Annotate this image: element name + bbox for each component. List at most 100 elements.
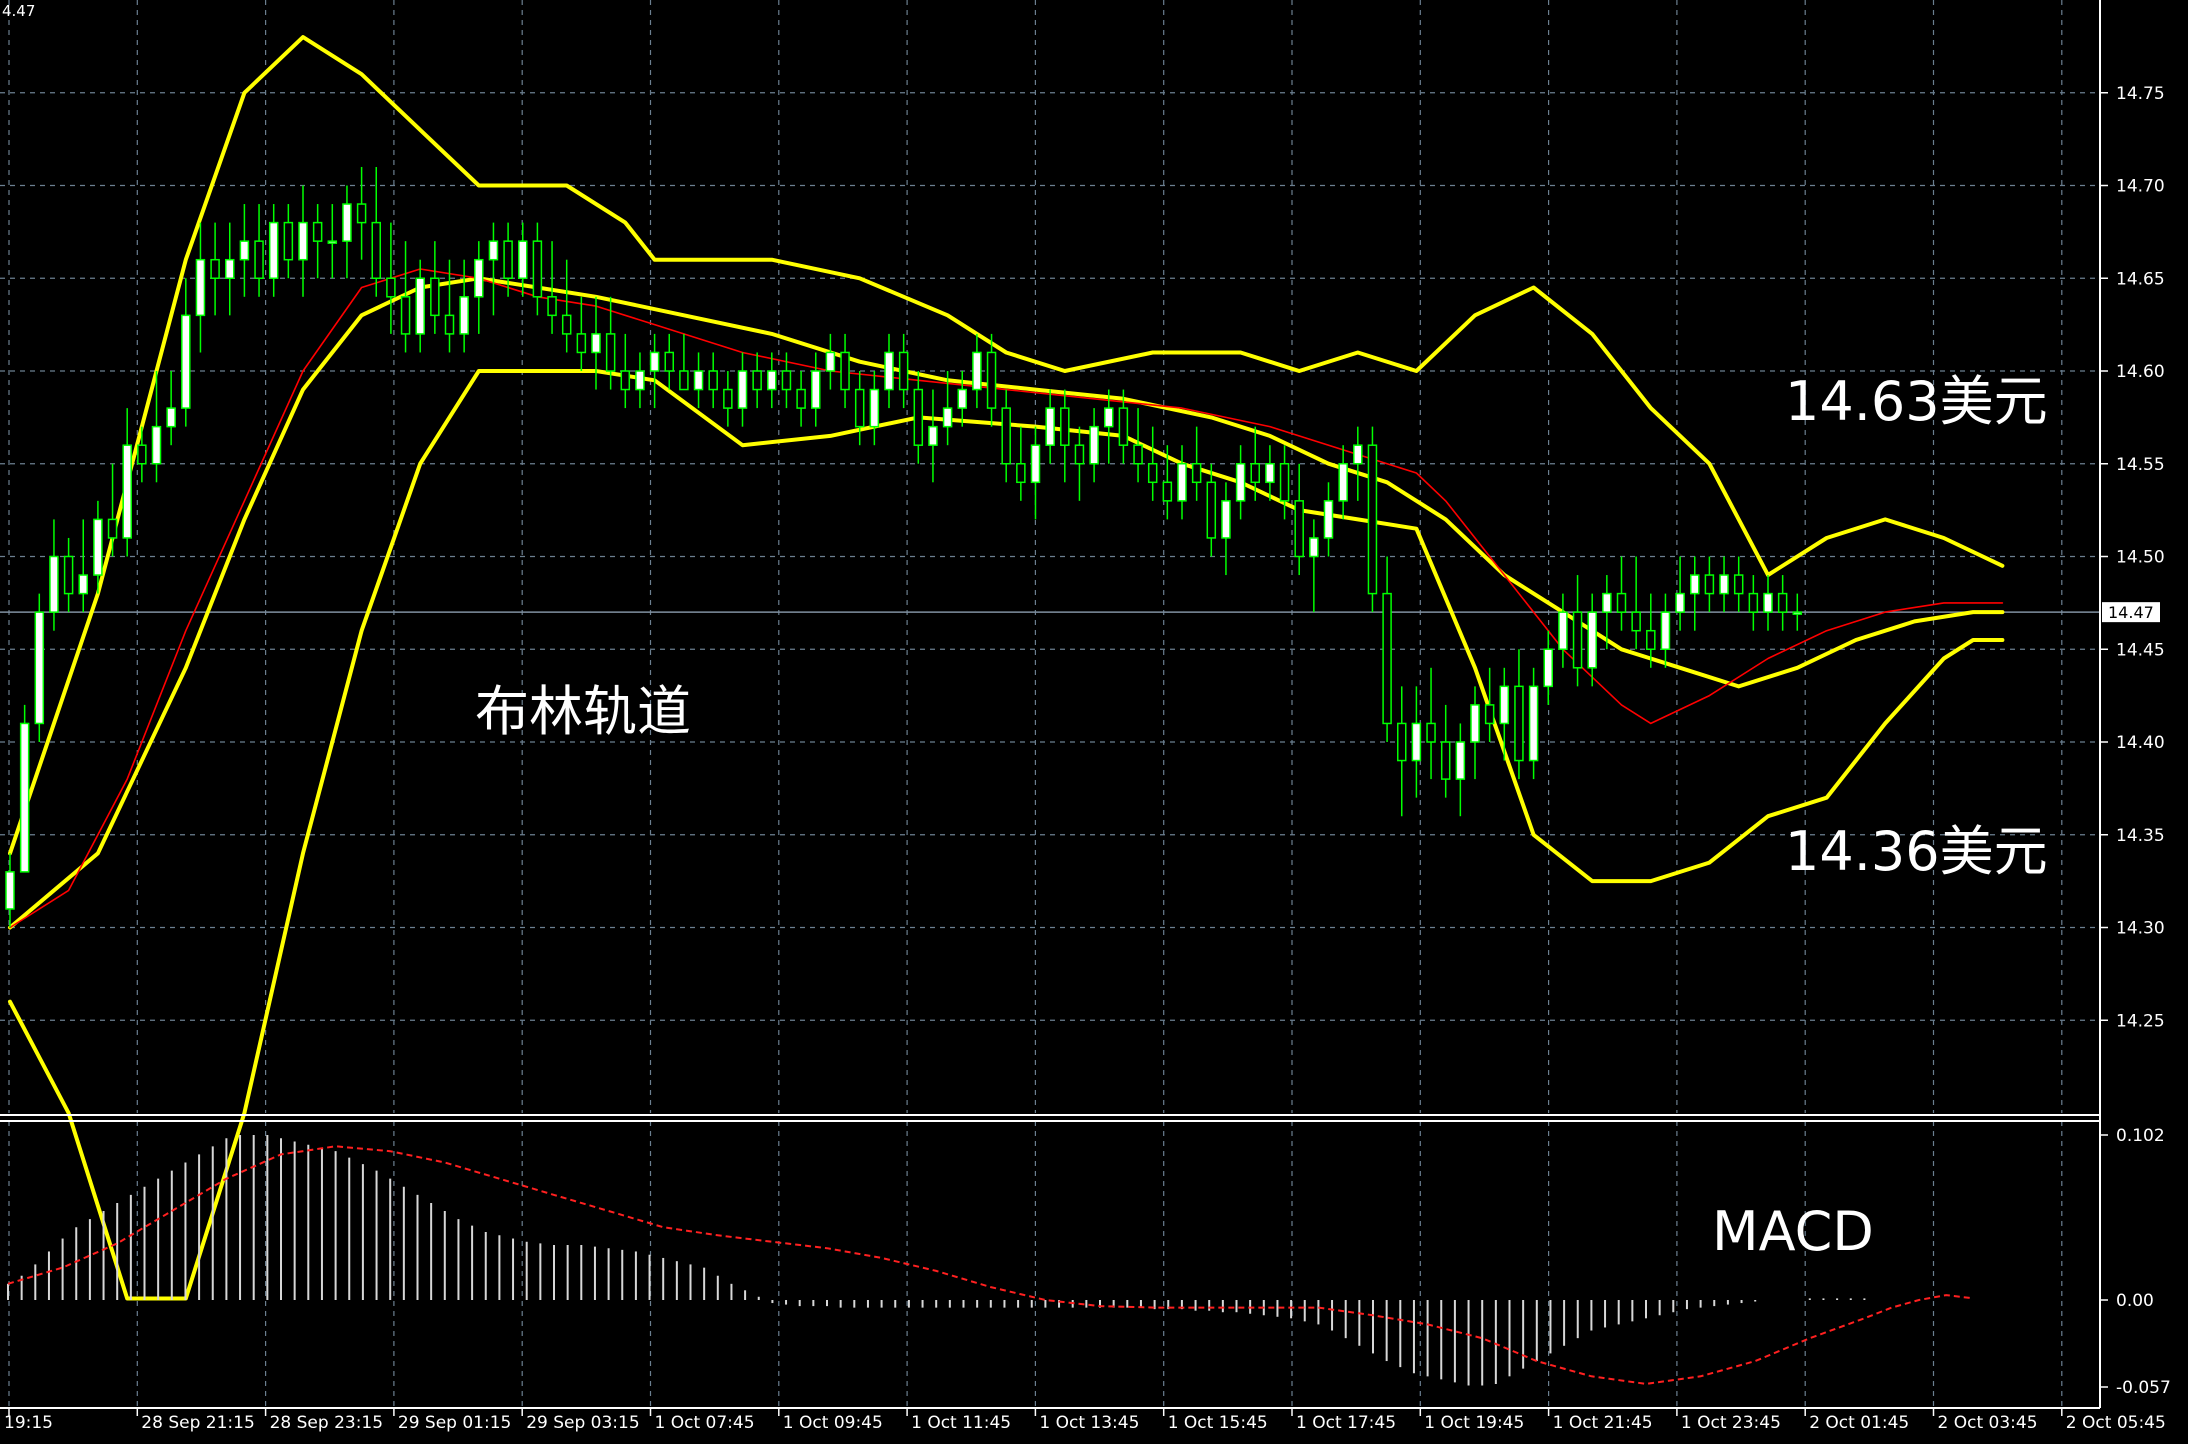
candle-body: [503, 240, 513, 279]
candle-body: [1514, 685, 1524, 762]
candle-body: [1338, 463, 1348, 502]
candle-body: [1382, 592, 1392, 725]
time-tick-label: 2 Oct 01:45: [1809, 1413, 1909, 1433]
candle-body: [1704, 574, 1715, 595]
candle-body: [1206, 481, 1217, 539]
candle-body: [1279, 463, 1290, 502]
candle-body: [122, 444, 132, 539]
candle-body: [811, 370, 821, 409]
candle-body: [605, 333, 616, 372]
candle-body: [1690, 574, 1700, 595]
time-tick-label: 28 Sep 21:15: [141, 1413, 254, 1433]
time-tick-label: 1 Oct 17:45: [1296, 1413, 1396, 1433]
candle-body: [620, 370, 631, 391]
candle-body: [869, 388, 880, 428]
candle-body: [1133, 444, 1143, 465]
candle-body: [430, 277, 440, 317]
price-tick-label: 14.35: [2116, 826, 2165, 846]
price-tick-label: 14.40: [2116, 733, 2165, 753]
candle-body: [1470, 704, 1480, 743]
price-tick-label: 14.75: [2116, 84, 2165, 104]
candle-body: [239, 240, 250, 261]
candle-body: [576, 333, 587, 354]
candle-body: [1060, 407, 1070, 446]
time-tick-label: 1 Oct 13:45: [1039, 1413, 1139, 1433]
candle-body: [752, 370, 762, 391]
candle-body: [1440, 741, 1451, 780]
candle-body: [356, 203, 367, 224]
candle-body: [5, 871, 15, 910]
macd-grid: [8, 1121, 2063, 1408]
macd-histogram: [7, 1135, 1866, 1386]
price-tick-label: 14.45: [2116, 640, 2165, 660]
candle-body: [1323, 500, 1334, 539]
candle-body: [767, 370, 777, 391]
candle-body: [1074, 444, 1085, 465]
candle-body: [93, 518, 103, 576]
candle-body: [34, 611, 45, 725]
candle-body: [693, 370, 704, 391]
candle-body: [1309, 537, 1319, 558]
candle-body: [415, 277, 425, 335]
bollinger-bands: [8, 35, 2005, 1301]
annotation-upper-price: 14.63美元: [1785, 370, 2048, 433]
candle-body: [532, 240, 543, 298]
candles: [5, 166, 1803, 928]
time-tick-label: 19:15: [4, 1413, 53, 1433]
candle-body: [884, 351, 894, 391]
candle-body: [181, 314, 191, 409]
candle-body: [78, 574, 88, 595]
candle-body: [210, 258, 220, 280]
macd-signal: [7, 1145, 1974, 1385]
candle-body: [1089, 425, 1099, 465]
candle-body: [151, 425, 162, 465]
candle-body: [63, 555, 74, 595]
candle-body: [1221, 500, 1231, 539]
time-tick-label: 1 Oct 09:45: [783, 1413, 883, 1433]
price-tick-label: 14.60: [2116, 362, 2165, 382]
candle-body: [649, 351, 660, 372]
time-tick-label: 2 Oct 03:45: [1938, 1413, 2038, 1433]
candle-body: [547, 296, 557, 317]
macd-label: MACD: [1712, 1200, 1874, 1263]
price-tick-label: 14.70: [2116, 177, 2165, 197]
candle-body: [1250, 463, 1260, 484]
time-tick-label: 1 Oct 07:45: [655, 1413, 755, 1433]
candle-body: [635, 370, 645, 391]
candle-body: [342, 203, 352, 242]
candle-body: [1602, 592, 1612, 613]
candle-body: [1177, 463, 1187, 502]
candle-body: [195, 258, 206, 317]
candle-body: [1777, 592, 1788, 613]
time-tick-label: 29 Sep 03:15: [526, 1413, 639, 1433]
candle-body: [1558, 611, 1568, 651]
candle-body: [386, 277, 396, 298]
annotation-bollinger: 布林轨道: [475, 680, 691, 743]
candle-body: [708, 370, 718, 391]
candle-body: [1631, 611, 1641, 632]
candle-body: [1646, 629, 1656, 651]
macd-signal-line: [7, 1145, 1974, 1385]
price-tick-label: 14.25: [2116, 1011, 2165, 1031]
candle-body: [1528, 685, 1539, 762]
time-tick-label: 1 Oct 23:45: [1681, 1413, 1781, 1433]
candle-body: [1162, 481, 1173, 502]
chart: 14.25 14.30 14.35 14.40 14.45 14.50 14.55 14.60…: [0, 0, 2188, 1444]
candle-body: [898, 351, 909, 391]
candle-body: [1353, 444, 1363, 465]
current-price-value: 14.47: [2108, 603, 2154, 622]
candle-body: [913, 388, 924, 446]
candle-body: [679, 370, 689, 391]
candle-body: [664, 351, 674, 372]
candle-body: [1484, 704, 1495, 725]
candle-body: [1001, 407, 1011, 465]
candle-body: [254, 240, 264, 279]
candle-body: [1587, 611, 1597, 669]
candle-body: [137, 444, 147, 465]
candle-body: [107, 518, 118, 539]
candle-body: [49, 555, 59, 613]
candle-body: [371, 221, 381, 280]
candle-body: [283, 221, 294, 261]
candle-body: [1397, 722, 1407, 762]
candle-body: [737, 370, 748, 409]
